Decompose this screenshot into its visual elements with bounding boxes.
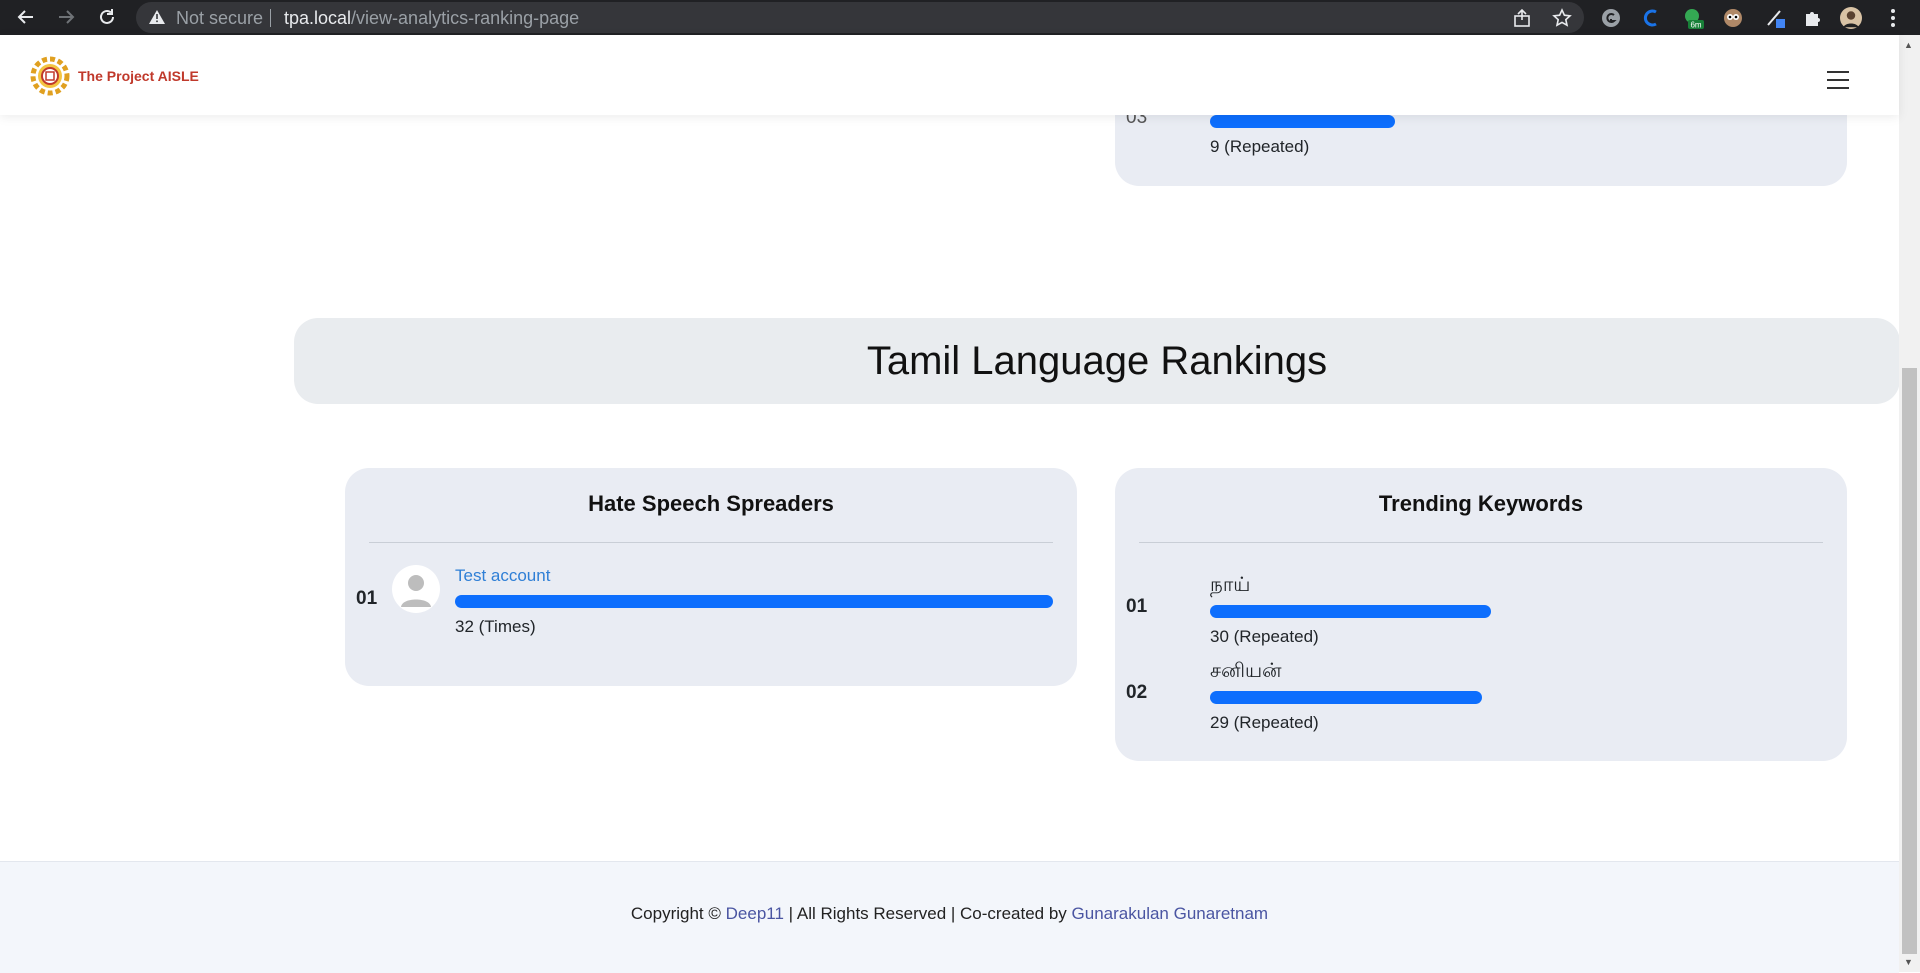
extension-badge: 6m [1690,21,1701,30]
timer-extension-icon[interactable]: 6m [1682,7,1704,29]
pen-extension-icon[interactable] [1764,7,1786,29]
site-header: The Project AISLE [0,35,1899,115]
rank-number: 01 [356,588,378,609]
keyword-bar [1210,605,1491,618]
rank-number: 01 [1126,596,1148,617]
extensions-puzzle-icon[interactable] [1801,7,1823,29]
owl-extension-icon[interactable] [1722,7,1744,29]
browser-menu-icon[interactable] [1882,7,1904,29]
omnibox-separator [270,9,271,27]
footer: Copyright © Deep11 | All Rights Reserved… [0,861,1899,973]
copyright-middle: | All Rights Reserved | Co-created by [788,904,1067,923]
c-extension-icon[interactable] [1640,7,1662,29]
scroll-up-icon[interactable]: ▲ [1904,40,1913,50]
keyword-bar [1210,691,1482,704]
author-link[interactable]: Gunarakulan Gunaretnam [1072,904,1269,923]
user-avatar[interactable] [392,565,440,613]
copyright-prefix: Copyright © [630,904,721,923]
scroll-down-icon[interactable]: ▼ [1904,957,1913,967]
hamburger-menu-icon[interactable] [1827,71,1849,95]
profile-avatar[interactable] [1840,7,1862,29]
keyword-count: 30 (Repeated) [1210,627,1319,646]
bookmark-star-icon[interactable] [1552,8,1572,33]
browser-toolbar: Not secure tpa.local/view-analytics-rank… [0,0,1920,35]
scrollbar-thumb[interactable] [1902,368,1917,954]
keyword-text: நாய் [1210,574,1251,596]
card-divider [1139,542,1823,543]
spreader-bar [455,595,1053,608]
card-title: Trending Keywords [1378,491,1584,516]
rank-number: 02 [1126,682,1148,703]
address-bar[interactable]: Not secure tpa.local/view-analytics-rank… [136,2,1584,33]
keyword-count: 29 (Repeated) [1210,713,1319,732]
warning-icon[interactable] [148,9,166,30]
forward-icon[interactable] [52,3,80,31]
security-label[interactable]: Not secure [176,8,263,29]
keyword-count: 9 (Repeated) [1210,137,1310,156]
url-text[interactable]: tpa.local/view-analytics-ranking-page [284,8,579,29]
spreader-name-link[interactable]: Test account [455,566,550,586]
reload-icon[interactable] [93,3,121,31]
brand-name[interactable]: The Project AISLE [78,68,199,84]
section-banner: Tamil Language Rankings [294,318,1900,404]
page-scrollbar[interactable]: ▲ ▼ [1899,35,1920,972]
section-title: Tamil Language Rankings [866,338,1328,383]
card-title: Hate Speech Spreaders [588,491,834,516]
spreader-count: 32 (Times) [455,617,536,636]
url-path: /view-analytics-ranking-page [351,8,580,28]
keyword-text: சனியன் [1210,660,1282,682]
company-link[interactable]: Deep11 [726,904,784,923]
share-icon[interactable] [1512,8,1532,33]
keyword-bar [1210,115,1395,128]
trending-keywords-card: Trending Keywords 01 நாய் 30 (Repeated) … [1115,468,1847,761]
back-icon[interactable] [12,3,40,31]
card-divider [369,542,1053,543]
url-host: tpa.local [284,8,352,28]
copyright-text: Copyright © Deep11 | All Rights Reserved… [0,904,1899,924]
grammarly-icon[interactable] [1600,7,1622,29]
gear-logo-icon[interactable] [30,56,70,101]
